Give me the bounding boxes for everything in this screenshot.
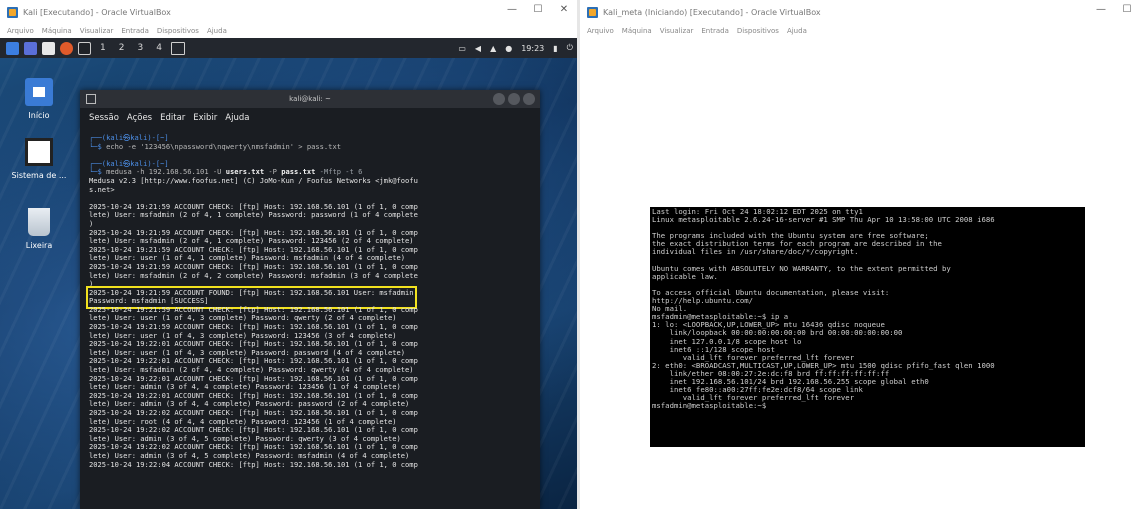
maximize-button[interactable]: ☐ [525,4,551,15]
medusa-output-block-2: 2025-10-24 19:21:59 ACCOUNT CHECK: [ftp]… [89,304,418,469]
firefox-icon[interactable] [60,41,73,55]
meta-menu-visualizar[interactable]: Visualizar [660,27,694,35]
terminal-menu-ajuda[interactable]: Ajuda [225,113,249,123]
terminal-task-icon[interactable] [170,41,185,55]
desktop-icon-home-label: Início [28,111,50,120]
desktop-icon-filesystem[interactable]: Sistema de ... [8,138,70,180]
menu-ajuda[interactable]: Ajuda [207,27,227,35]
command-echo: echo -e '123456\npassword\nqwerty\nmsfad… [106,141,341,151]
workspace-4[interactable]: 4 [152,43,166,53]
terminal-launcher-icon[interactable] [78,41,91,55]
kali-window-menubar: Arquivo Máquina Visualizar Entrada Dispo… [0,24,577,38]
terminal-close-button[interactable] [523,93,535,105]
kali-window-title: Kali [Executando] - Oracle VirtualBox [23,7,171,17]
meta-menu-arquivo[interactable]: Arquivo [587,27,614,35]
terminal-title: kali@kali: ~ [289,95,331,103]
clock-icon: ● [505,43,513,53]
power-icon[interactable]: ⏻ [567,43,573,53]
desktop-icon-home[interactable]: Início [8,78,70,120]
prompt-symbol-1: └─$ [89,141,107,151]
terminal-menu-acoes[interactable]: Ações [127,113,152,123]
terminal-output[interactable]: ┌──(kali㉿kali)-[~] └─$ echo -e '123456\n… [80,128,540,508]
meta-minimize-button[interactable]: — [1088,4,1114,15]
kali-taskbar: 1 2 3 4 ▭ ◀ ▲ ● 19:23 ▮ ⏻ [0,38,577,58]
terminal-menubar: Sessão Ações Editar Exibir Ajuda [80,108,540,128]
file-manager-icon[interactable] [42,41,55,55]
menu-dispositivos[interactable]: Dispositivos [157,27,199,35]
close-button[interactable]: ✕ [551,4,577,15]
meta-maximize-button[interactable]: ☐ [1114,4,1140,15]
metasploitable-console[interactable]: Last login: Fri Oct 24 18:02:12 EDT 2025… [650,207,1085,447]
meta-menu-entrada[interactable]: Entrada [701,27,729,35]
show-desktop-icon[interactable] [24,41,37,55]
volume-icon[interactable]: ◀ [475,44,481,53]
terminal-menu-exibir[interactable]: Exibir [193,113,217,123]
terminal-window[interactable]: kali@kali: ~ Sessão Ações Editar Exibir … [80,90,540,509]
meta-menu-maquina[interactable]: Máquina [622,27,652,35]
kali-menu-icon[interactable] [6,41,19,55]
meta-window-titlebar: Kali_meta (Iniciando) [Executando] - Ora… [580,0,1140,24]
kali-virtualbox-window: Kali [Executando] - Oracle VirtualBox — … [0,0,577,509]
trash-icon [28,208,50,236]
virtualbox-icon [7,6,18,18]
workspace-2[interactable]: 2 [115,43,129,53]
kali-window-titlebar: Kali [Executando] - Oracle VirtualBox — … [0,0,577,24]
notification-bell-icon[interactable]: ▲ [490,44,496,53]
virtualbox-icon [587,6,598,18]
terminal-window-icon [86,94,96,104]
kali-desktop: 1 2 3 4 ▭ ◀ ▲ ● 19:23 ▮ ⏻ Início Sistema… [0,38,577,509]
medusa-output-block-1: 2025-10-24 19:21:59 ACCOUNT CHECK: [ftp]… [89,201,418,289]
display-icon[interactable]: ▭ [458,44,466,53]
workspace-1[interactable]: 1 [96,43,110,53]
meta-menu-ajuda[interactable]: Ajuda [787,27,807,35]
terminal-maximize-button[interactable] [508,93,520,105]
menu-entrada[interactable]: Entrada [121,27,149,35]
desktop-icon-trash[interactable]: Lixeira [8,208,70,250]
menu-maquina[interactable]: Máquina [42,27,72,35]
terminal-minimize-button[interactable] [493,93,505,105]
meta-window-title: Kali_meta (Iniciando) [Executando] - Ora… [603,7,821,17]
terminal-titlebar[interactable]: kali@kali: ~ [80,90,540,108]
desktop-icon-trash-label: Lixeira [25,241,53,250]
minimize-button[interactable]: — [499,4,525,15]
home-folder-icon [25,78,53,106]
lock-icon[interactable]: ▮ [553,44,557,53]
workspace-3[interactable]: 3 [133,43,147,53]
menu-arquivo[interactable]: Arquivo [7,27,34,35]
medusa-header: Medusa v2.3 [http://www.foofus.net] (C) … [89,175,418,194]
filesystem-icon [25,138,53,166]
meta-menu-dispositivos[interactable]: Dispositivos [737,27,779,35]
account-found-highlight: 2025-10-24 19:21:59 ACCOUNT FOUND: [ftp]… [86,285,417,309]
terminal-menu-editar[interactable]: Editar [160,113,185,123]
menu-visualizar[interactable]: Visualizar [80,27,114,35]
taskbar-clock: 19:23 [521,43,545,53]
terminal-menu-sessao[interactable]: Sessão [89,113,119,123]
meta-window-menubar: Arquivo Máquina Visualizar Entrada Dispo… [580,24,1140,38]
desktop-icon-filesystem-label: Sistema de ... [11,171,67,180]
